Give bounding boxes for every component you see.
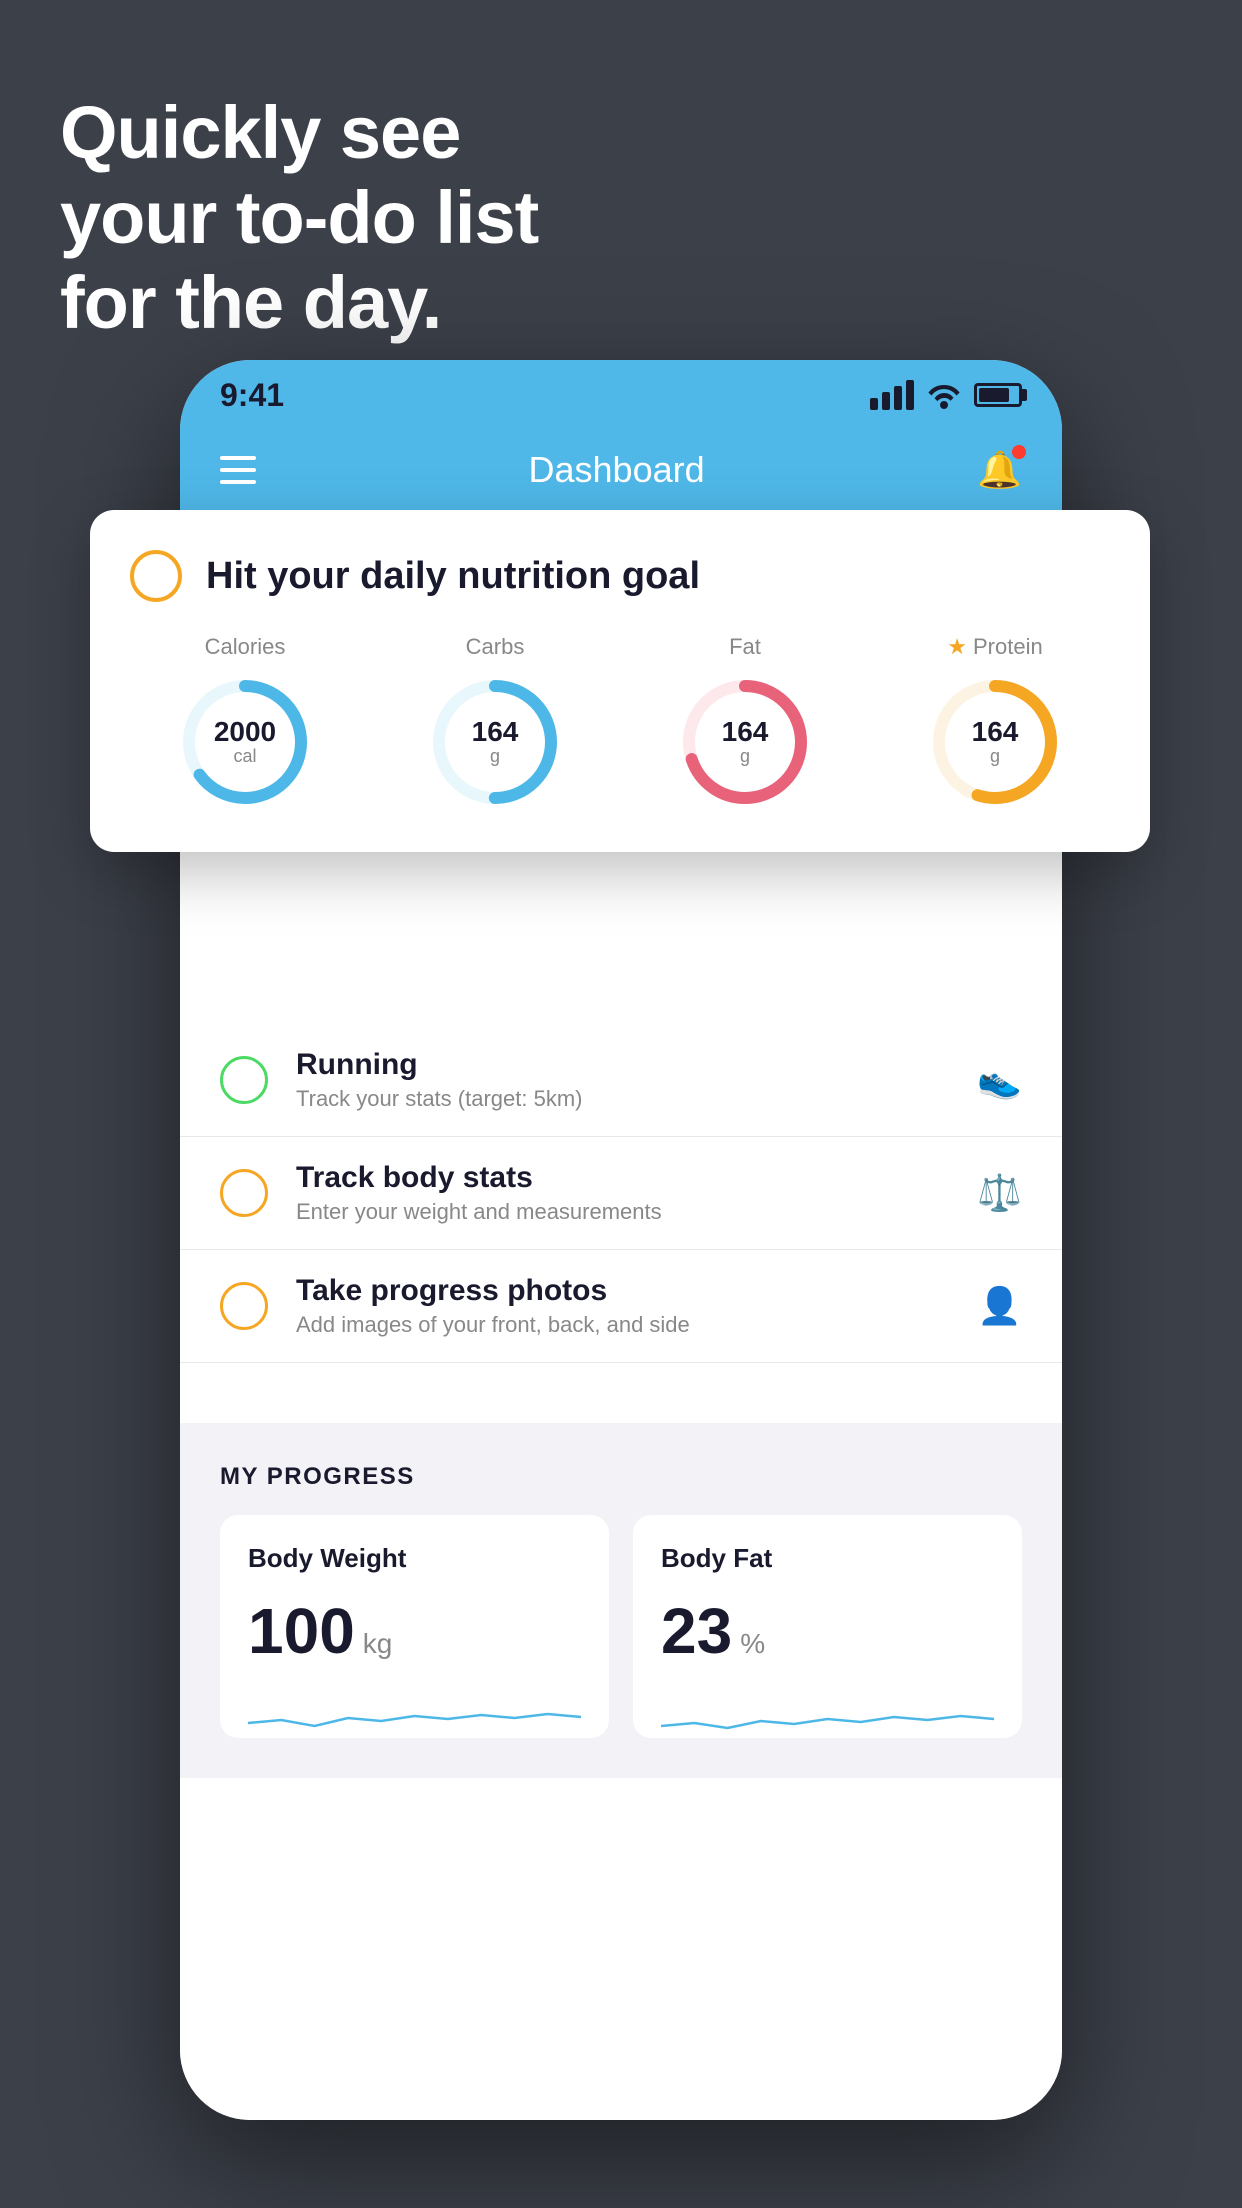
hero-text: Quickly see your to-do list for the day. xyxy=(60,90,538,345)
carbs-ring: 164 g xyxy=(425,672,565,812)
calories-ring: 2000 cal xyxy=(175,672,315,812)
menu-button[interactable] xyxy=(220,456,256,484)
progress-title: MY PROGRESS xyxy=(220,1463,1022,1491)
todo-checkbox-bodystats[interactable] xyxy=(220,1169,268,1217)
nav-bar: Dashboard 🔔 xyxy=(180,430,1062,510)
protein-ring: 164 g xyxy=(925,672,1065,812)
notification-badge xyxy=(1012,445,1026,459)
body-weight-number: 100 xyxy=(248,1594,355,1668)
todo-text-bodystats: Track body stats Enter your weight and m… xyxy=(296,1161,961,1225)
todo-title-photos: Take progress photos xyxy=(296,1274,961,1308)
todo-item-photos[interactable]: Take progress photos Add images of your … xyxy=(180,1250,1062,1363)
calories-value: 2000 xyxy=(214,718,276,746)
nutrition-fat: Fat 164 g xyxy=(630,634,860,812)
carbs-label: Carbs xyxy=(466,634,525,660)
body-fat-title: Body Fat xyxy=(661,1543,994,1574)
body-weight-value: 100 kg xyxy=(248,1594,581,1668)
shoe-icon: 👟 xyxy=(977,1059,1022,1101)
todo-item-running[interactable]: Running Track your stats (target: 5km) 👟 xyxy=(180,1024,1062,1137)
fat-unit: g xyxy=(740,746,750,767)
scale-icon: ⚖️ xyxy=(977,1172,1022,1214)
fat-text: 164 g xyxy=(675,672,815,812)
calories-unit: cal xyxy=(233,746,256,767)
fat-label: Fat xyxy=(729,634,761,660)
status-bar: 9:41 xyxy=(180,360,1062,430)
status-time: 9:41 xyxy=(220,377,284,414)
wifi-icon xyxy=(926,381,962,409)
card-header: Hit your daily nutrition goal xyxy=(130,550,1110,602)
protein-unit: g xyxy=(990,746,1000,767)
todo-title-bodystats: Track body stats xyxy=(296,1161,961,1195)
carbs-unit: g xyxy=(490,746,500,767)
signal-icon xyxy=(870,380,914,410)
todo-checkbox-photos[interactable] xyxy=(220,1282,268,1330)
protein-text: 164 g xyxy=(925,672,1065,812)
protein-label: ★ Protein xyxy=(947,634,1042,660)
body-fat-number: 23 xyxy=(661,1594,732,1668)
body-fat-value: 23 % xyxy=(661,1594,994,1668)
body-fat-unit: % xyxy=(740,1628,765,1660)
progress-section: MY PROGRESS Body Weight 100 kg Body xyxy=(180,1423,1062,1778)
battery-icon xyxy=(974,383,1022,407)
carbs-text: 164 g xyxy=(425,672,565,812)
body-fat-chart xyxy=(661,1688,994,1738)
star-icon: ★ xyxy=(947,634,967,660)
todo-subtitle-bodystats: Enter your weight and measurements xyxy=(296,1199,961,1225)
todo-title-running: Running xyxy=(296,1048,961,1082)
nutrition-checkbox[interactable] xyxy=(130,550,182,602)
nutrition-calories: Calories 2000 cal xyxy=(130,634,360,812)
body-fat-card[interactable]: Body Fat 23 % xyxy=(633,1515,1022,1738)
carbs-value: 164 xyxy=(472,718,519,746)
calories-text: 2000 cal xyxy=(175,672,315,812)
progress-cards: Body Weight 100 kg Body Fat 23 xyxy=(220,1515,1022,1738)
todo-checkbox-running[interactable] xyxy=(220,1056,268,1104)
todo-subtitle-photos: Add images of your front, back, and side xyxy=(296,1312,961,1338)
nutrition-row: Calories 2000 cal Carbs xyxy=(130,634,1110,812)
nutrition-carbs: Carbs 164 g xyxy=(380,634,610,812)
todo-list: Running Track your stats (target: 5km) 👟… xyxy=(180,1024,1062,1363)
body-weight-chart xyxy=(248,1688,581,1738)
card-title: Hit your daily nutrition goal xyxy=(206,555,700,598)
protein-value: 164 xyxy=(972,718,1019,746)
todo-text-photos: Take progress photos Add images of your … xyxy=(296,1274,961,1338)
body-weight-title: Body Weight xyxy=(248,1543,581,1574)
todo-item-bodystats[interactable]: Track body stats Enter your weight and m… xyxy=(180,1137,1062,1250)
todo-text-running: Running Track your stats (target: 5km) xyxy=(296,1048,961,1112)
person-icon: 👤 xyxy=(977,1285,1022,1327)
body-weight-unit: kg xyxy=(363,1628,393,1660)
fat-ring: 164 g xyxy=(675,672,815,812)
nutrition-protein: ★ Protein 164 g xyxy=(880,634,1110,812)
fat-value: 164 xyxy=(722,718,769,746)
body-weight-card[interactable]: Body Weight 100 kg xyxy=(220,1515,609,1738)
notification-button[interactable]: 🔔 xyxy=(977,449,1022,491)
nutrition-card: Hit your daily nutrition goal Calories 2… xyxy=(90,510,1150,852)
todo-subtitle-running: Track your stats (target: 5km) xyxy=(296,1086,961,1112)
nav-title: Dashboard xyxy=(529,449,705,491)
calories-label: Calories xyxy=(205,634,286,660)
status-icons xyxy=(870,380,1022,410)
